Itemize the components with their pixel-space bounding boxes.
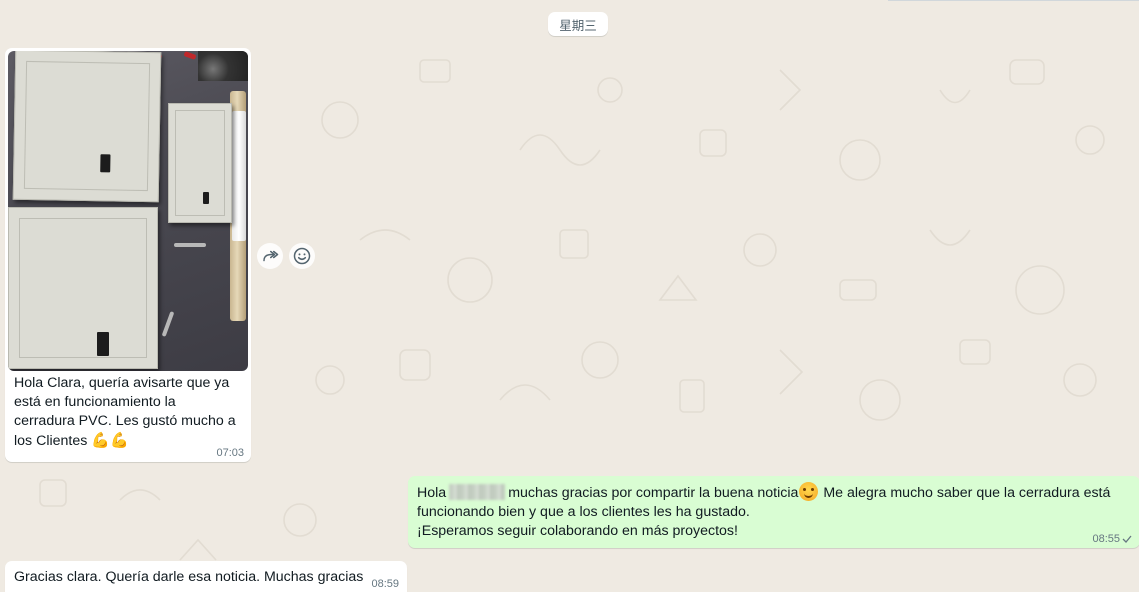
smiling-face-icon [799, 482, 819, 501]
closing-text: ¡Esperamos seguir colaborando en más pro… [417, 523, 738, 539]
outgoing-time-text: 08:55 [1092, 533, 1120, 545]
thanks-text: muchas gracias por compartir la buena no… [508, 485, 799, 501]
message-time: 07:03 [216, 447, 244, 459]
photo-panel-top [12, 51, 162, 203]
image-message-bubble[interactable]: Hola Clara, quería avisarte que ya está … [5, 48, 251, 462]
forward-button[interactable] [257, 243, 283, 269]
photo-wrench [174, 243, 206, 247]
react-button[interactable] [289, 243, 315, 269]
outgoing-message-bubble[interactable]: Hola muchas gracias por compartir la buen… [408, 476, 1139, 548]
photo-tube-white [232, 111, 246, 241]
incoming-message-text: Gracias clara. Quería darle esa noticia.… [14, 569, 364, 585]
photo-machine-detail [198, 51, 248, 81]
photo-wrench-2 [161, 311, 175, 337]
day-separator: 星期三 [548, 12, 608, 36]
outgoing-time: 08:55 [1092, 533, 1132, 545]
incoming-time: 08:59 [371, 578, 399, 590]
photo-red-detail-2 [183, 51, 197, 60]
single-check-icon [1122, 535, 1132, 543]
outgoing-message-text: Hola muchas gracias por compartir la buen… [417, 482, 1131, 541]
redacted-name [449, 484, 506, 500]
header-divider [888, 0, 1139, 1]
image-caption: Hola Clara, quería avisarte que ya está … [14, 374, 236, 451]
forward-icon [263, 250, 279, 262]
photo-panel-small [168, 103, 232, 223]
emoji-react-icon [293, 247, 311, 265]
greeting-text: Hola [417, 485, 447, 501]
photo-panel-bottom [8, 207, 158, 369]
flexed-biceps-icon: 💪💪 [91, 432, 129, 449]
photo-of-pvc-panels[interactable] [8, 51, 248, 371]
incoming-message-bubble[interactable]: Gracias clara. Quería darle esa noticia.… [5, 561, 407, 592]
